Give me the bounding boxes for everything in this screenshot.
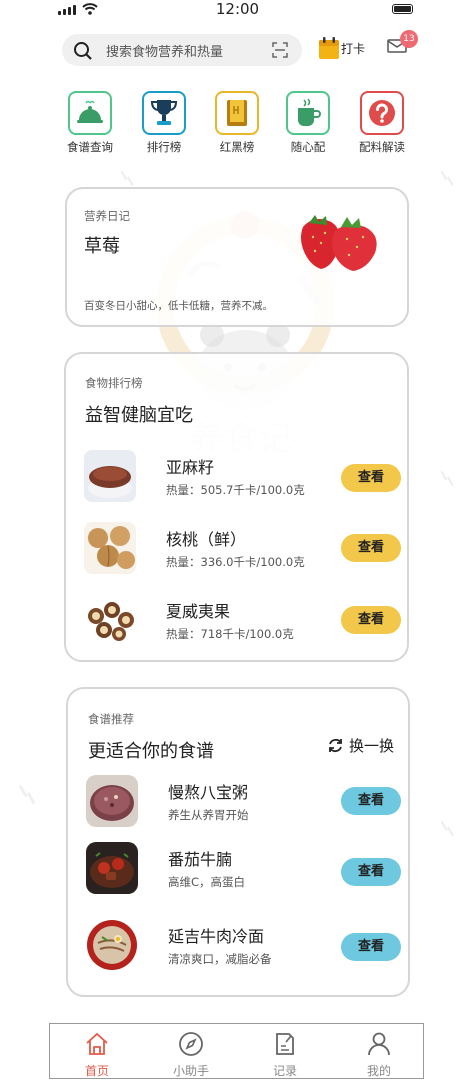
diary-title: 草莓: [84, 236, 120, 257]
recipe-item[interactable]: 延吉牛肉冷面 清凉爽口，减脂必备 查看: [68, 919, 408, 979]
ranking-item-calories: 热量：505.7千卡/100.0克: [166, 483, 305, 497]
status-bar: 12:00: [0, 0, 475, 20]
tomato-brisket-image: [86, 842, 138, 894]
svg-text:ꝇ: ꝇ: [440, 165, 459, 190]
recipe-item-subtitle: 高维C，高蛋白: [168, 875, 246, 889]
flaxseed-image: [84, 450, 136, 502]
cold-noodles-image: [86, 919, 138, 971]
book-icon: [215, 91, 259, 135]
message-button[interactable]: 13: [387, 30, 418, 58]
svg-text:ꝇ: ꝇ: [440, 465, 459, 490]
recipe-item[interactable]: 慢熬八宝粥 养生从养胃开始 查看: [68, 775, 408, 835]
svg-text:ꝇ: ꝇ: [440, 815, 459, 840]
food-ranking-card: 食物排行榜 益智健脑宜吃 亚麻籽 热量：505.7千卡/100.0克 查看 核桃…: [64, 352, 409, 662]
quick-action-ingredient-analysis[interactable]: 配料解读: [347, 91, 417, 155]
quick-action-recipe-search[interactable]: 食谱查询: [55, 91, 125, 155]
ranking-item-name: 亚麻籽: [166, 458, 215, 477]
tab-label: 首页: [84, 1064, 109, 1078]
note-icon: [276, 1033, 294, 1055]
ranking-item-name: 夏威夷果: [166, 602, 231, 621]
tab-label: 小助手: [172, 1064, 209, 1078]
eight-treasure-porridge-image: [86, 775, 138, 827]
ranking-item-name: 核桃（鲜）: [166, 530, 247, 549]
tab-label: 我的: [366, 1064, 391, 1078]
tab-records[interactable]: 记录: [238, 1024, 332, 1080]
recipe-item-name: 番茄牛腩: [168, 850, 233, 869]
quick-action-red-black-list[interactable]: 红黑榜: [202, 91, 272, 155]
svg-text:ꝇ: ꝇ: [15, 778, 42, 814]
quick-action-pairing[interactable]: 随心配: [273, 91, 343, 155]
recipe-item-subtitle: 养生从养胃开始: [168, 808, 249, 822]
macadamia-image: [84, 594, 136, 646]
home-icon: [86, 1032, 108, 1055]
tab-profile[interactable]: 我的: [332, 1024, 426, 1080]
ranking-item-calories: 热量：718千卡/100.0克: [166, 627, 294, 641]
refresh-label: 换一换: [349, 737, 395, 755]
view-button[interactable]: 查看: [341, 933, 401, 961]
view-button[interactable]: 查看: [341, 606, 401, 634]
question-icon: [360, 91, 404, 135]
nutrition-diary-card[interactable]: 营养日记 草莓 百变冬日小甜心，低卡低糖，营养不减。: [65, 187, 409, 327]
search-bar[interactable]: 搜索食物营养和热量: [62, 34, 302, 66]
search-placeholder: 搜索食物营养和热量: [106, 45, 224, 60]
ranking-section-label: 食物排行榜: [85, 376, 143, 390]
battery-icon: [392, 4, 413, 14]
walnut-image: [84, 522, 136, 574]
diary-section-label: 营养日记: [84, 209, 130, 223]
cup-icon: [286, 91, 330, 135]
diary-description: 百变冬日小甜心，低卡低糖，营养不减。: [84, 300, 273, 312]
search-icon: [74, 42, 92, 60]
corner-watermark-icon: ꝇ: [440, 815, 459, 840]
ranking-item[interactable]: 亚麻籽 热量：505.7千卡/100.0克 查看: [66, 450, 407, 510]
refresh-button[interactable]: 换一换: [327, 735, 394, 756]
compass-icon: [179, 1032, 203, 1056]
refresh-icon: [329, 738, 342, 753]
view-button[interactable]: 查看: [341, 534, 401, 562]
tab-label: 记录: [272, 1064, 297, 1078]
strawberry-image: [301, 215, 377, 271]
recipe-item-name: 延吉牛肉冷面: [168, 927, 265, 946]
recipe-section-label: 食谱推荐: [88, 712, 134, 726]
ranking-item-calories: 热量：336.0千卡/100.0克: [166, 555, 305, 569]
ranking-item[interactable]: 夏威夷果 热量：718千卡/100.0克 查看: [66, 594, 407, 654]
recipe-item-subtitle: 清凉爽口，减脂必备: [168, 952, 272, 966]
view-button[interactable]: 查看: [341, 787, 401, 815]
corner-watermark-icon: ꝇ: [120, 165, 139, 190]
quick-action-label: 排行榜: [146, 140, 182, 154]
trophy-icon: [142, 91, 186, 135]
quick-action-label: 配料解读: [359, 140, 405, 154]
quick-action-ranking[interactable]: 排行榜: [129, 91, 199, 155]
corner-watermark-icon: ꝇ: [440, 165, 459, 190]
tab-assistant[interactable]: 小助手: [144, 1024, 238, 1080]
bottom-tab-bar: 首页 小助手 记录 我的: [49, 1023, 424, 1079]
checkin-button[interactable]: 打卡: [318, 36, 365, 60]
recipe-item[interactable]: 番茄牛腩 高维C，高蛋白 查看: [68, 842, 408, 902]
unread-badge: 13: [400, 30, 418, 48]
recipe-item-name: 慢熬八宝粥: [168, 783, 249, 802]
quick-action-label: 食谱查询: [67, 140, 113, 154]
corner-watermark-icon: ꝇ: [440, 465, 459, 490]
ranking-item[interactable]: 核桃（鲜） 热量：336.0千卡/100.0克 查看: [66, 522, 407, 582]
recipe-recommendation-card: 食谱推荐 更适合你的食谱 换一换 慢熬八宝粥 养生从养胃开始 查看 番茄牛腩 高…: [66, 687, 410, 997]
view-button[interactable]: 查看: [341, 858, 401, 886]
quick-action-label: 随心配: [290, 140, 326, 154]
cloche-icon: [68, 91, 112, 135]
quick-actions: 食谱查询 排行榜 红黑榜 随心配 配料解读: [0, 91, 475, 155]
view-button[interactable]: 查看: [341, 464, 401, 492]
calendar-icon: [319, 37, 339, 59]
scan-icon[interactable]: [272, 42, 288, 58]
ranking-title: 益智健脑宜吃: [85, 405, 193, 426]
tab-home[interactable]: 首页: [50, 1024, 144, 1080]
user-icon: [368, 1032, 390, 1056]
checkin-label: 打卡: [341, 41, 366, 56]
quick-action-label: 红黑榜: [219, 140, 255, 154]
recipe-title: 更适合你的食谱: [88, 741, 214, 762]
